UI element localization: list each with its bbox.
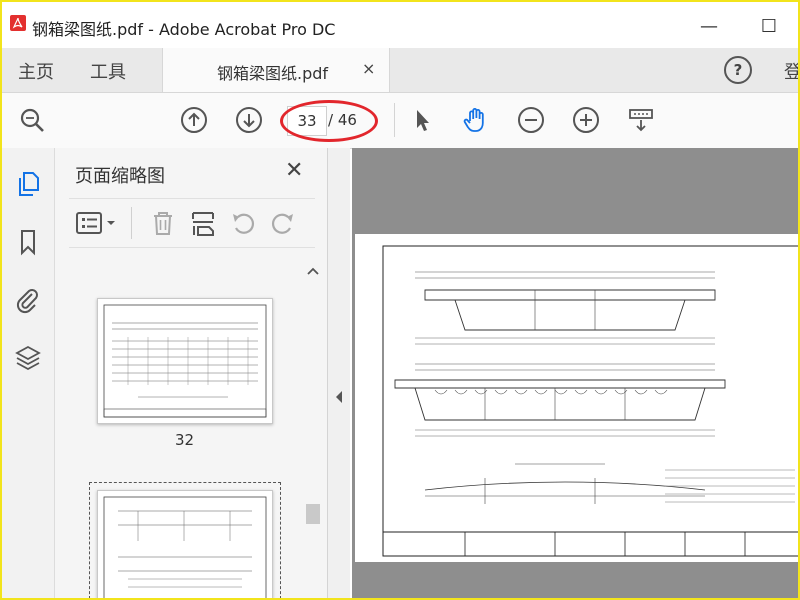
- sign-in-link[interactable]: 登: [784, 58, 798, 84]
- tab-bar: 主页 工具 钢箱梁图纸.pdf × ? 登: [2, 48, 798, 93]
- close-panel-icon[interactable]: ✕: [285, 158, 303, 183]
- thumbnail-options-icon[interactable]: [75, 209, 119, 237]
- rotate-right-icon[interactable]: [269, 209, 297, 237]
- scrollbar-thumb[interactable]: [306, 504, 320, 524]
- scroll-up-icon[interactable]: [307, 266, 319, 276]
- page-thumbnails-panel: 页面缩略图 ✕ 32: [55, 148, 328, 598]
- panel-title: 页面缩略图: [75, 166, 165, 187]
- tab-document[interactable]: 钢箱梁图纸.pdf ×: [162, 48, 390, 92]
- document-view[interactable]: [352, 148, 798, 598]
- zoom-in-icon[interactable]: [572, 106, 600, 134]
- attachments-icon[interactable]: [14, 286, 42, 314]
- minimize-button[interactable]: —: [692, 12, 726, 40]
- select-arrow-icon[interactable]: [408, 106, 436, 134]
- title-bar: 钢箱梁图纸.pdf - Adobe Acrobat Pro DC — ☐: [2, 2, 798, 49]
- panel-collapse-strip[interactable]: [328, 148, 350, 598]
- search-zoom-icon[interactable]: [18, 106, 46, 134]
- thumbnail-drawing-current: [103, 496, 267, 598]
- toolbar-divider: [394, 103, 395, 137]
- thumbnail-page-label: 32: [175, 431, 195, 449]
- page-thumbnails-icon[interactable]: [14, 170, 42, 198]
- page-number-highlight-annotation: [280, 100, 378, 142]
- tab-tools[interactable]: 工具: [90, 58, 126, 84]
- page-thumbnail[interactable]: [97, 298, 273, 424]
- previous-page-icon[interactable]: [180, 106, 208, 134]
- close-tab-icon[interactable]: ×: [362, 59, 375, 78]
- bookmarks-icon[interactable]: [14, 228, 42, 256]
- tab-home[interactable]: 主页: [18, 58, 54, 84]
- help-icon[interactable]: ?: [724, 56, 752, 84]
- document-tab-label: 钢箱梁图纸.pdf: [217, 64, 329, 83]
- delete-page-icon[interactable]: [149, 209, 177, 237]
- pdf-page: [355, 234, 798, 562]
- engineering-drawing: [382, 245, 798, 557]
- hand-tool-icon[interactable]: [462, 106, 490, 134]
- thumbnail-toolbar-divider: [131, 207, 132, 239]
- extract-page-icon[interactable]: [189, 209, 217, 237]
- thumbnail-scrollbar[interactable]: [303, 264, 323, 598]
- collapse-panel-icon[interactable]: [334, 390, 344, 404]
- page-thumbnail-current[interactable]: [97, 490, 273, 598]
- thumbnail-drawing: [103, 304, 267, 418]
- thumbnail-toolbar: [69, 198, 315, 248]
- acrobat-app-icon: [10, 15, 26, 31]
- acrobat-window: 钢箱梁图纸.pdf - Adobe Acrobat Pro DC — ☐ 主页 …: [0, 0, 800, 600]
- zoom-out-icon[interactable]: [517, 106, 545, 134]
- maximize-button[interactable]: ☐: [752, 12, 786, 40]
- layers-icon[interactable]: [14, 344, 42, 372]
- next-page-icon[interactable]: [235, 106, 263, 134]
- page-display-icon[interactable]: [627, 106, 655, 134]
- rotate-left-icon[interactable]: [229, 209, 257, 237]
- window-title: 钢箱梁图纸.pdf - Adobe Acrobat Pro DC: [32, 20, 336, 39]
- navigation-rail: [2, 148, 55, 598]
- main-toolbar: [2, 93, 798, 149]
